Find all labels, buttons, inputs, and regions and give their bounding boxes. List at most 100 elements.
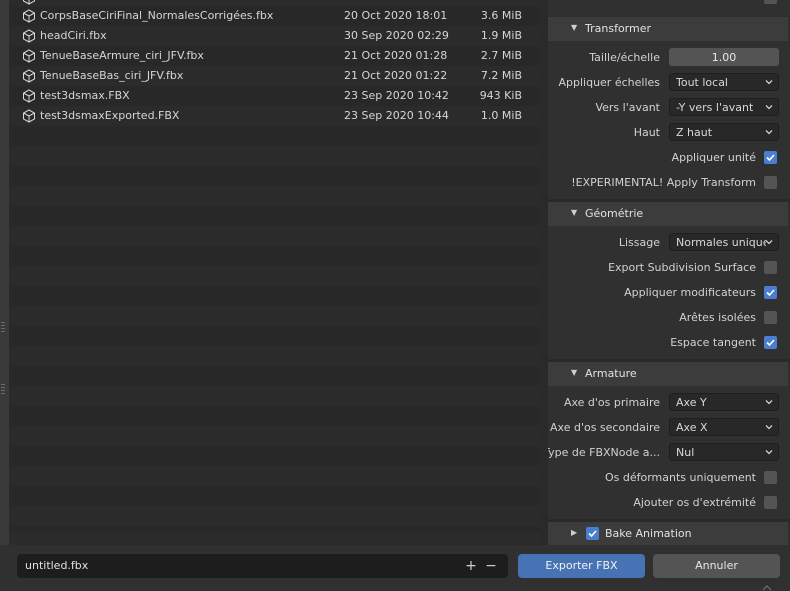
file-size: 1.0 MiB <box>480 109 522 122</box>
checkmark-icon <box>766 289 775 297</box>
checkmark-icon <box>766 339 775 347</box>
file-size: 7.2 MiB <box>480 69 522 82</box>
chevron-down-icon: ▼ <box>571 368 578 377</box>
forward-label: Vers l'avant <box>595 101 660 114</box>
loose-edges-checkbox[interactable] <box>764 311 777 324</box>
secondary-axis-label: Axe d'os secondaire <box>550 421 660 434</box>
cancel-button[interactable]: Annuler <box>653 554 780 578</box>
dropdown-value: Z haut <box>676 126 713 139</box>
chevron-down-icon: ▼ <box>571 208 578 217</box>
section-title: Armature <box>585 367 637 380</box>
smoothing-dropdown[interactable]: Normales unique... <box>669 233 779 251</box>
gutter-grip-icon[interactable] <box>1 384 5 394</box>
leaf-bones-label: Ajouter os d'extrémité <box>633 496 756 509</box>
file-name: TenueBaseArmure_ciri_JFV.fbx <box>40 49 204 62</box>
modifiers-checkbox[interactable] <box>764 286 777 299</box>
file-size: 943 KiB <box>479 89 522 102</box>
apply-transform-row: !EXPERIMENTAL! Apply Transform <box>548 171 790 195</box>
mesh-file-icon <box>23 9 35 23</box>
dropdown-value: Normales unique... <box>676 236 766 249</box>
loose-edges-label: Arêtes isolées <box>679 311 756 324</box>
increment-button[interactable]: + <box>464 556 478 576</box>
smoothing-label: Lissage <box>618 236 660 249</box>
file-date: 23 Sep 2020 10:42 <box>344 89 449 102</box>
mesh-file-icon <box>23 49 35 63</box>
subdiv-label: Export Subdivision Surface <box>608 261 756 274</box>
modifiers-row: Appliquer modificateurs <box>548 281 790 305</box>
file-name: headCiri.fbx <box>40 29 107 42</box>
file-row[interactable]: TenueBaseBas_ciri_JFV.fbx 21 Oct 2020 01:… <box>9 66 540 86</box>
smoothing-row: Lissage Normales unique... <box>548 231 790 255</box>
section-armature-header[interactable]: ▼ Armature <box>548 362 788 386</box>
apply-scalings-label: Appliquer échelles <box>558 76 660 89</box>
section-title: Géométrie <box>585 207 644 220</box>
up-row: Haut Z haut <box>548 121 790 145</box>
checkmark-icon <box>766 154 775 162</box>
mesh-file-icon <box>23 69 35 83</box>
dropdown-value: Axe Y <box>676 396 707 409</box>
file-date: 21 Oct 2020 01:28 <box>344 49 448 62</box>
apply-scalings-dropdown[interactable]: Tout local <box>669 73 779 91</box>
node-type-dropdown[interactable]: Nul <box>669 443 779 461</box>
file-row[interactable]: test3dsmaxExported.FBX 23 Sep 2020 10:44 1… <box>9 106 540 126</box>
chevron-down-icon: ▼ <box>571 23 578 32</box>
export-options-panel: ▼ Transformer Taille/échelle 1.00 Appliq… <box>548 0 790 545</box>
leaf-bones-checkbox[interactable] <box>764 496 777 509</box>
file-row[interactable]: TenueBaseArmure_ciri_JFV.fbx 21 Oct 2020 … <box>9 46 540 66</box>
chevron-down-icon <box>765 105 773 110</box>
file-date: 20 Oct 2020 18:01 <box>344 9 448 22</box>
scale-row: Taille/échelle 1.00 <box>548 46 790 70</box>
file-size: 1.9 MiB <box>480 29 522 42</box>
tangent-checkbox[interactable] <box>764 336 777 349</box>
decrement-button[interactable]: − <box>484 556 498 576</box>
dropdown-value: Axe X <box>676 421 708 434</box>
mesh-file-icon <box>23 29 35 43</box>
filename-input[interactable]: untitled.fbx + − <box>17 554 508 578</box>
section-transformer-header[interactable]: ▼ Transformer <box>548 17 788 41</box>
secondary-axis-row: Axe d'os secondaire Axe X <box>548 416 790 440</box>
bottom-bar: untitled.fbx + − Exporter FBX Annuler <box>0 545 790 591</box>
forward-row: Vers l'avant -Y vers l'avant <box>548 96 790 120</box>
apply-scalings-row: Appliquer échelles Tout local <box>548 71 790 95</box>
file-size: 2.7 MiB <box>480 49 522 62</box>
section-bake-header[interactable]: ▶ Bake Animation <box>548 522 788 545</box>
primary-axis-row: Axe d'os primaire Axe Y <box>548 391 790 415</box>
deform-only-row: Os déformants uniquement <box>548 466 790 490</box>
mesh-file-icon <box>23 89 35 103</box>
apply-unit-checkbox[interactable] <box>764 151 777 164</box>
file-name: test3dsmaxExported.FBX <box>40 109 180 122</box>
apply-unit-label: Appliquer unité <box>671 151 756 164</box>
up-dropdown[interactable]: Z haut <box>669 123 779 141</box>
secondary-axis-dropdown[interactable]: Axe X <box>669 418 779 436</box>
file-date: 21 Oct 2020 01:22 <box>344 69 448 82</box>
left-gutter <box>0 0 9 545</box>
export-fbx-button[interactable]: Exporter FBX <box>518 554 645 578</box>
file-row[interactable]: headCiri.fbx 30 Sep 2020 02:29 1.9 MiB <box>9 26 540 46</box>
bake-animation-checkbox[interactable] <box>586 527 599 540</box>
leaf-bones-row: Ajouter os d'extrémité <box>548 491 790 515</box>
section-geometry-header[interactable]: ▼ Géométrie <box>548 202 788 226</box>
apply-transform-checkbox[interactable] <box>764 176 777 189</box>
deform-only-checkbox[interactable] <box>764 471 777 484</box>
resize-grip-icon[interactable] <box>762 585 772 591</box>
file-row[interactable]: CorpsBaseCiriFinal_NormalesCorrigées.fbx… <box>9 6 540 26</box>
apply-unit-row: Appliquer unité <box>548 146 790 170</box>
gutter-grip-icon[interactable] <box>1 322 5 332</box>
file-row[interactable]: test3dsmax.FBX 23 Sep 2020 10:42 943 KiB <box>9 86 540 106</box>
custom-props-row-partial <box>548 0 790 10</box>
scale-field[interactable]: 1.00 <box>669 48 779 66</box>
node-type-label: Type de FBXNode a... <box>548 446 660 459</box>
primary-axis-dropdown[interactable]: Axe Y <box>669 393 779 411</box>
chevron-down-icon <box>765 240 773 245</box>
chevron-right-icon: ▶ <box>571 528 578 537</box>
file-list: CorpsBaseCiriFinal_NormalesCorrigées.fbx… <box>9 0 540 545</box>
subdiv-checkbox[interactable] <box>764 261 777 274</box>
file-date: 30 Sep 2020 02:29 <box>344 29 449 42</box>
file-name: test3dsmax.FBX <box>40 89 130 102</box>
checkmark-icon <box>588 530 597 538</box>
subdiv-row: Export Subdivision Surface <box>548 256 790 280</box>
custom-props-checkbox[interactable] <box>764 0 777 4</box>
panel-divider[interactable] <box>540 0 548 545</box>
forward-dropdown[interactable]: -Y vers l'avant <box>669 98 779 116</box>
mesh-file-icon <box>23 109 35 123</box>
